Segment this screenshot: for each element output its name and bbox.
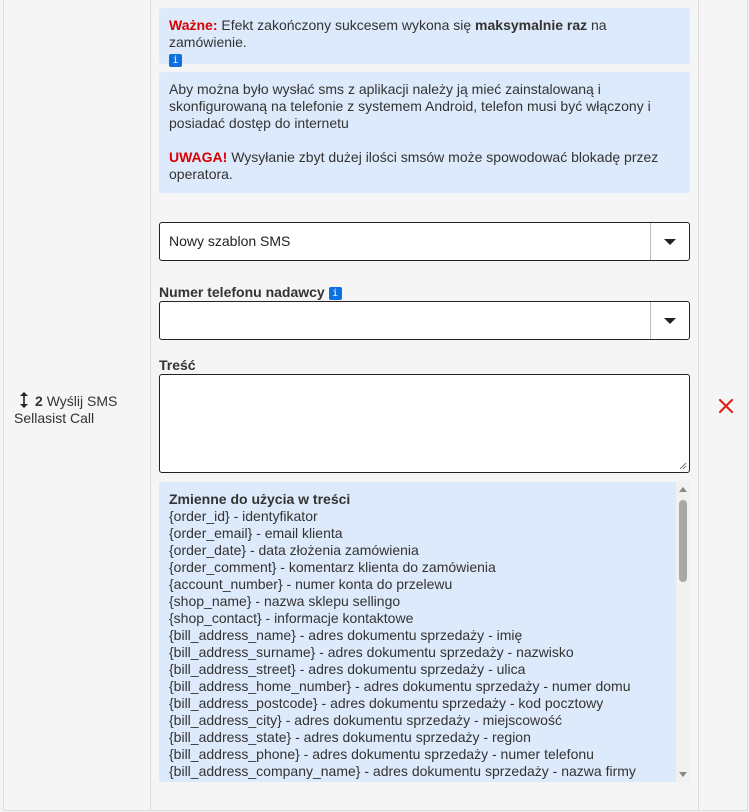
- notice-android-text: Aby można było wysłać sms z aplikacji na…: [169, 81, 651, 131]
- variable-item: {bill_address_state} - adres dokumentu s…: [169, 729, 531, 745]
- content-label: Treść: [159, 357, 196, 373]
- scroll-up-arrow-icon[interactable]: [679, 487, 687, 492]
- actions-column: [698, 0, 748, 810]
- resize-grip-icon[interactable]: [679, 462, 687, 470]
- step-name: Wyślij SMS Sellasist Call: [14, 393, 118, 426]
- sender-phone-select[interactable]: [159, 301, 690, 340]
- info-icon[interactable]: i: [169, 54, 182, 67]
- notice-android: Aby można było wysłać sms z aplikacji na…: [159, 72, 690, 193]
- notice-text-bold: maksymalnie raz: [475, 17, 588, 33]
- variable-item: {bill_address_city} - adres dokumentu sp…: [169, 712, 562, 728]
- sms-template-dropdown-button[interactable]: [650, 223, 689, 260]
- info-icon[interactable]: i: [328, 287, 342, 300]
- scroll-down-arrow-icon[interactable]: [679, 772, 687, 777]
- variables-title: Zmienne do użycia w treści: [169, 491, 351, 507]
- variable-item: {order_date} - data złożenia zamówienia: [169, 542, 419, 558]
- updown-arrow-icon[interactable]: [19, 391, 29, 409]
- warning-text: Wysyłanie zbyt dużej ilości smsów może s…: [169, 149, 659, 182]
- step-label[interactable]: 2 Wyślij SMS Sellasist Call: [14, 391, 144, 427]
- variable-item: {order_id} - identyfikator: [169, 508, 318, 524]
- sender-phone-label: Numer telefonu nadawcy i: [159, 284, 342, 300]
- variable-item: {bill_address_surname} - adres dokumentu…: [169, 644, 574, 660]
- step-column: 2 Wyślij SMS Sellasist Call: [4, 0, 151, 810]
- warning-label: UWAGA!: [169, 149, 228, 165]
- notice-important: Ważne: Efekt zakończony sukcesem wykona …: [159, 8, 690, 67]
- variable-item: {bill_address_street} - adres dokumentu …: [169, 661, 526, 677]
- scrollbar-thumb[interactable]: [679, 500, 687, 582]
- content-textarea[interactable]: [159, 374, 690, 473]
- close-icon[interactable]: [716, 396, 736, 416]
- variables-list: Zmienne do użycia w treści {order_id} - …: [169, 491, 669, 780]
- sms-template-value: Nowy szablon SMS: [169, 233, 291, 249]
- sender-phone-label-text: Numer telefonu nadawcy: [159, 284, 325, 300]
- variable-item: {bill_address_postcode} - adres dokument…: [169, 695, 604, 711]
- variable-item: {bill_address_company_name} - adres doku…: [169, 763, 636, 779]
- variables-box: Zmienne do użycia w treści {order_id} - …: [159, 482, 690, 782]
- notice-text-before: Efekt zakończony sukcesem wykona się: [217, 17, 476, 33]
- caret-down-icon: [664, 318, 676, 324]
- variable-item: {account_number} - numer konta do przele…: [169, 576, 453, 592]
- variable-item: {bill_address_home_number} - adres dokum…: [169, 678, 631, 694]
- sender-phone-dropdown-button[interactable]: [650, 302, 689, 339]
- caret-down-icon: [664, 239, 676, 245]
- important-label: Ważne:: [169, 17, 218, 33]
- variable-item: {shop_contact} - informacje kontaktowe: [169, 610, 414, 626]
- variable-item: {order_comment} - komentarz klienta do z…: [169, 559, 496, 575]
- variable-item: {shop_name} - nazwa sklepu sellingo: [169, 593, 401, 609]
- step-settings: Ważne: Efekt zakończony sukcesem wykona …: [151, 0, 697, 810]
- notice-warning: UWAGA! Wysyłanie zbyt dużej ilości smsów…: [169, 149, 680, 183]
- variable-item: {order_email} - email klienta: [169, 525, 343, 541]
- sms-template-select[interactable]: Nowy szablon SMS: [159, 222, 690, 261]
- effect-row: 2 Wyślij SMS Sellasist Call Ważne: Efekt…: [3, 0, 748, 811]
- variable-item: {bill_address_phone} - adres dokumentu s…: [169, 746, 594, 762]
- variable-item: {bill_address_name} - adres dokumentu sp…: [169, 627, 523, 643]
- variables-scrollbar[interactable]: [676, 482, 690, 782]
- step-number: 2: [35, 393, 43, 409]
